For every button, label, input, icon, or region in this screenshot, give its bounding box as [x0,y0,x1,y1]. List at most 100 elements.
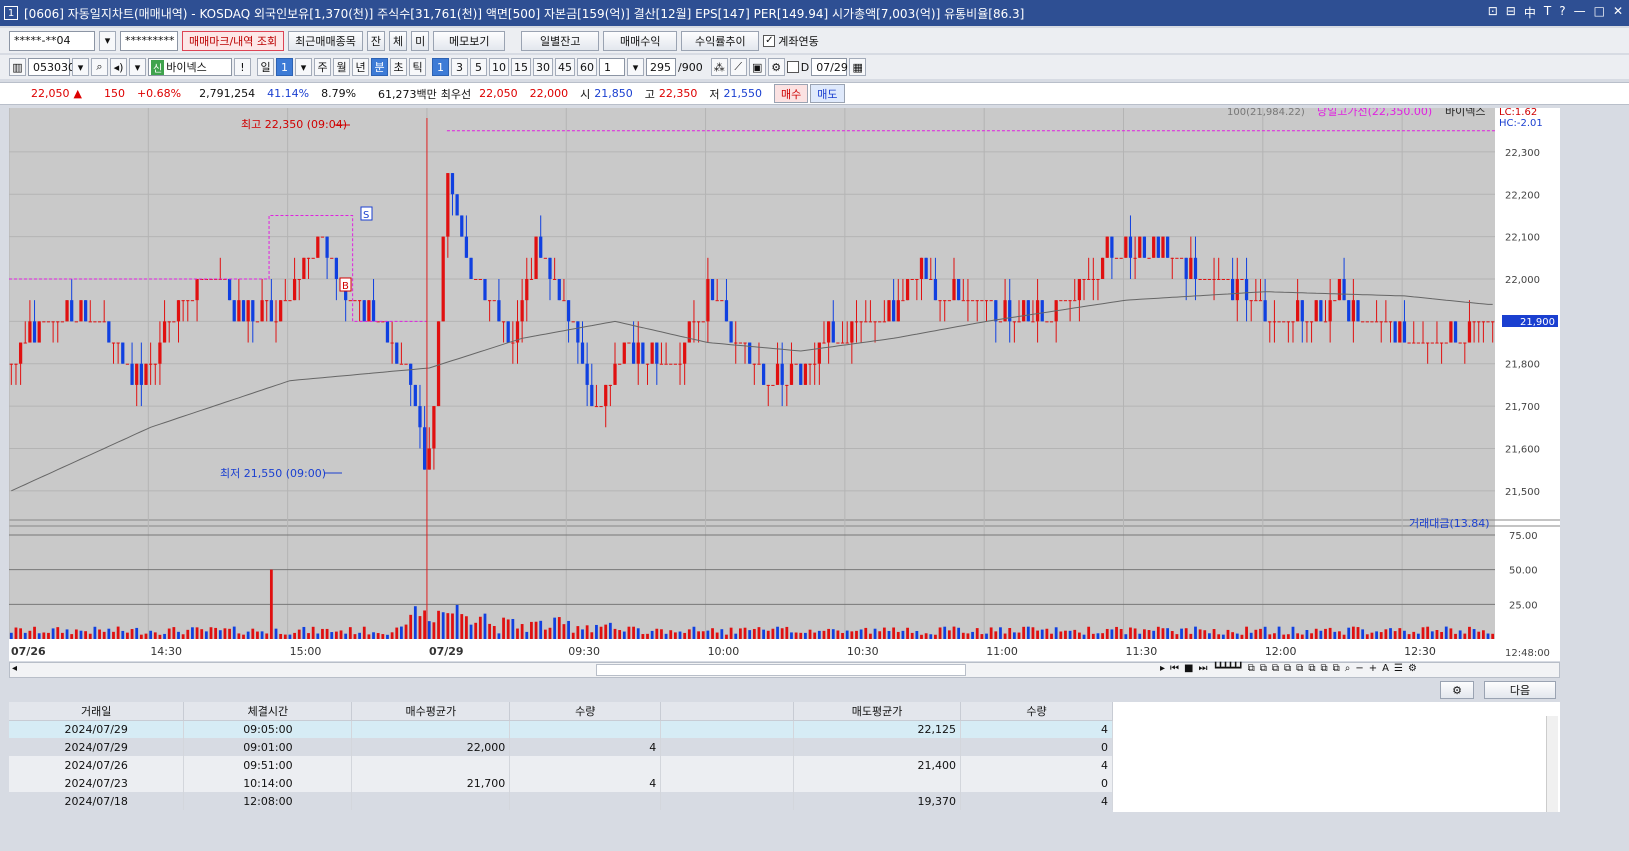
minute-45-button[interactable]: 45 [555,58,575,76]
table-row[interactable]: 2024/07/26 09:51:00 21,400 4 [9,756,1113,774]
table-row[interactable]: 2024/07/29 09:01:00 22,000 4 0 [9,738,1113,756]
minute-5-button[interactable]: 5 [470,58,487,76]
yield-trend-button[interactable]: 수익률추이 [681,30,760,51]
col-trade-date[interactable]: 거래일 [9,702,185,721]
tool-icon-7[interactable]: ⧉ [1320,663,1327,674]
minute-1-button[interactable]: 1 [432,58,449,76]
minute-15-button[interactable]: 15 [511,58,531,76]
calendar-icon[interactable]: ▦ [849,58,867,76]
tool-icon-8[interactable]: ⧉ [1333,663,1340,674]
save-icon[interactable]: ▣ [748,58,766,76]
alert-button[interactable]: ! [234,58,251,76]
crosshair-icon[interactable]: ⟋ [729,58,747,76]
minute-3-button[interactable]: 3 [451,58,468,76]
unfilled-button[interactable]: 미 [411,30,430,51]
zoom-in-icon[interactable]: + [1369,663,1377,674]
close-icon[interactable]: ✕ [1613,4,1623,21]
layout-icon[interactable]: ▥ [9,58,26,76]
text-tool-icon[interactable]: A [1382,663,1389,674]
stock-name-box[interactable]: 신 바이넥스 [148,58,232,76]
date-checkbox[interactable] [786,61,799,73]
price-chart[interactable]: 22,300 22,200 22,100 22,000 21,900 21,800 21,7… [8,104,1560,661]
code-dropdown-icon[interactable]: ▾ [72,58,89,76]
search-icon[interactable]: ⌕ [91,58,108,76]
minute-30-button[interactable]: 30 [533,58,553,76]
tool-icon-6[interactable]: ⧉ [1308,663,1315,674]
sell-button[interactable]: 매도 [810,84,845,103]
speaker-dropdown-icon[interactable]: ▾ [129,58,146,76]
password-field[interactable]: ********* [120,30,178,51]
account-link-toggle[interactable]: ✓ 계좌연동 [763,33,819,49]
col-sell-qty[interactable]: 수량 [960,702,1113,721]
date-input[interactable]: 07/29 [811,58,848,76]
count-input[interactable]: 295 [646,58,676,76]
maximize-icon[interactable]: □ [1594,4,1605,21]
period-month-button[interactable]: 월 [333,58,350,76]
minute-60-button[interactable]: 60 [577,58,597,76]
speaker-icon[interactable]: ◂) [110,58,127,76]
execution-button[interactable]: 체 [389,30,408,51]
tool-icon-1[interactable]: ⧉ [1248,663,1255,674]
unit-tick-button[interactable]: 틱 [409,58,426,76]
stop-icon[interactable]: ■ [1184,663,1193,674]
indicator-icon[interactable]: ⁂ [710,58,728,76]
period-dropdown-icon[interactable]: ▾ [295,58,312,76]
rewind-icon[interactable]: ⏮ [1170,663,1179,674]
tile-icon[interactable]: ⊟ [1506,4,1516,21]
account-dropdown-icon[interactable]: ▾ [99,30,116,51]
daily-balance-button[interactable]: 일별잔고 [521,30,600,51]
table-row[interactable]: 2024/07/23 10:14:00 21,700 4 0 [9,774,1113,792]
zoom-out-icon[interactable]: − [1355,663,1363,674]
account-select[interactable]: *****-**04 [9,30,95,51]
chart-settings-icon[interactable]: ⚙ [1408,663,1417,674]
memo-button[interactable]: 메모보기 [433,30,506,51]
buy-button[interactable]: 매수 [774,84,809,103]
col-sell-avg[interactable]: 매도평균가 [793,702,962,721]
trade-mark-button[interactable]: 매매마크/내역 조회 [182,30,285,51]
scroll-right-icon[interactable]: ▸ [1160,663,1165,674]
tool-icon-5[interactable]: ⧉ [1296,663,1303,674]
help-icon[interactable]: ? [1559,4,1565,21]
table-settings-button[interactable]: ⚙ [1440,681,1474,699]
settings-icon[interactable]: ⚙ [767,58,785,76]
tool-icon-4[interactable]: ⧉ [1284,663,1291,674]
period-day-button[interactable]: 일 [257,58,274,76]
table-row[interactable]: 2024/07/18 12:08:00 19,370 4 [9,792,1113,810]
tool-icon-3[interactable]: ⧉ [1272,663,1279,674]
tool-icon-2[interactable]: ⧉ [1260,663,1267,674]
minute-10-button[interactable]: 10 [489,58,509,76]
scroll-thumb[interactable] [596,664,966,676]
trade-profit-button[interactable]: 매매수익 [603,30,678,51]
stock-code-input[interactable]: 053030 [28,58,75,76]
next-button[interactable]: 다음 [1484,681,1556,699]
period-week-button[interactable]: 주 [314,58,331,76]
unit-second-button[interactable]: 초 [390,58,407,76]
forward-icon[interactable]: ⏭ [1198,663,1207,674]
magnifier-icon[interactable]: ⌕ [1345,663,1351,674]
col-buy-avg[interactable]: 매수평균가 [351,702,511,721]
checkbox-icon[interactable]: ✓ [763,34,776,47]
period-year-button[interactable]: 년 [352,58,369,76]
sell-mark[interactable]: S [360,206,373,221]
font-icon[interactable]: T [1544,4,1551,21]
balance-button[interactable]: 잔 [366,30,386,51]
table-row[interactable]: 2024/07/29 09:05:00 22,125 4 [9,720,1113,738]
multiplier-dropdown-icon[interactable]: ▾ [627,58,644,76]
chart-scrollbar[interactable]: ◂ ▸ ⏮ ■ ⏭ ┗┻┻┻┻┛ ⧉ ⧉ ⧉ ⧉ ⧉ ⧉ ⧉ ⧉ ⌕ − + A… [9,662,1560,678]
menu-icon[interactable]: ☰ [1394,663,1403,674]
zoom-slider[interactable]: ┗┻┻┻┻┛ [1212,663,1243,674]
col-exec-time[interactable]: 체결시간 [183,702,353,721]
unit-minute-button[interactable]: 분 [371,58,388,76]
col-buy-qty[interactable]: 수량 [509,702,662,721]
period-count-button[interactable]: 1 [276,58,293,76]
table-scrollbar[interactable] [1546,716,1558,812]
buy-mark[interactable]: B [339,277,352,292]
pin-icon[interactable]: 中 [1524,4,1536,21]
chart-canvas[interactable]: 22,300 22,200 22,100 22,000 21,900 21,800 21,7… [8,104,1560,661]
multiplier-input[interactable]: 1 [599,58,625,76]
minimize-icon[interactable]: — [1574,4,1586,21]
scroll-left-icon[interactable]: ◂ [12,663,17,674]
col-blank[interactable] [660,702,795,721]
recent-trade-button[interactable]: 최근매매종목 [288,30,363,51]
dock-icon[interactable]: ⊡ [1488,4,1498,21]
